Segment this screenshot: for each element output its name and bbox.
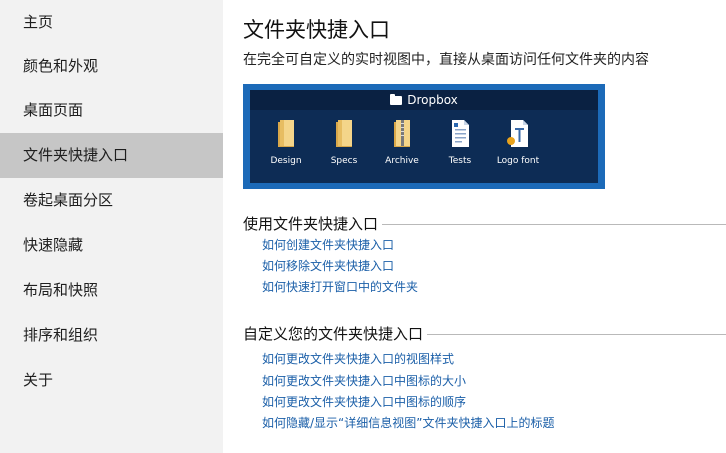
section-divider: [382, 224, 726, 225]
preview-folder-name: Dropbox: [407, 93, 458, 107]
font-file-icon: [507, 120, 528, 147]
link-change-view-style[interactable]: 如何更改文件夹快捷入口的视图样式: [262, 350, 454, 367]
link-toggle-details-header[interactable]: 如何隐藏/显示“详细信息视图”文件夹快捷入口上的标题: [262, 414, 554, 431]
sidebar-item-colors-appearance[interactable]: 颜色和外观: [0, 44, 223, 89]
sidebar-item-desktop-pages[interactable]: 桌面页面: [0, 88, 223, 133]
sidebar-item-folder-portals[interactable]: 文件夹快捷入口: [0, 133, 223, 178]
sidebar-item-home[interactable]: 主页: [0, 0, 223, 45]
section-heading-text: 自定义您的文件夹快捷入口: [243, 325, 424, 343]
preview-titlebar: Dropbox: [250, 90, 598, 110]
section-heading-use: 使用文件夹快捷入口: [243, 213, 726, 234]
sidebar-item-about[interactable]: 关于: [0, 358, 223, 403]
preview-panel: Dropbox Design Specs Archive Tests Logo …: [250, 90, 598, 183]
tile-label: Logo font: [496, 156, 540, 166]
sidebar-item-layout-snapshots[interactable]: 布局和快照: [0, 268, 223, 313]
sidebar-item-rollup-fences[interactable]: 卷起桌面分区: [0, 178, 223, 223]
link-create-folder-portal[interactable]: 如何创建文件夹快捷入口: [262, 236, 394, 253]
folder-icon: [278, 120, 294, 147]
sidebar-item-quick-hide[interactable]: 快速隐藏: [0, 223, 223, 268]
section-heading-customize: 自定义您的文件夹快捷入口: [243, 323, 726, 344]
page-title: 文件夹快捷入口: [243, 18, 390, 42]
preview-tile-archive: Archive: [374, 119, 430, 166]
content-pane: 文件夹快捷入口 在完全可自定义的实时视图中，直接从桌面访问任何文件夹的内容 Dr…: [243, 0, 726, 453]
link-change-icon-size[interactable]: 如何更改文件夹快捷入口中图标的大小: [262, 372, 466, 389]
folder-icon: [390, 93, 403, 105]
folder-portal-preview: Dropbox Design Specs Archive Tests Logo …: [243, 84, 605, 189]
tile-label: Specs: [330, 156, 358, 166]
section-divider: [427, 334, 726, 335]
page-subtitle: 在完全可自定义的实时视图中，直接从桌面访问任何文件夹的内容: [243, 52, 649, 68]
preview-tile-tests: Tests: [432, 119, 488, 166]
link-open-folder-in-window[interactable]: 如何快速打开窗口中的文件夹: [262, 278, 418, 295]
preview-tile-logo-font: Logo font: [490, 119, 546, 166]
sidebar-nav: 主页 颜色和外观 桌面页面 文件夹快捷入口 卷起桌面分区 快速隐藏 布局和快照 …: [0, 0, 223, 453]
section-heading-text: 使用文件夹快捷入口: [243, 215, 379, 233]
link-remove-folder-portal[interactable]: 如何移除文件夹快捷入口: [262, 257, 394, 274]
folder-icon: [336, 120, 352, 147]
link-change-icon-order[interactable]: 如何更改文件夹快捷入口中图标的顺序: [262, 393, 466, 410]
tile-label: Tests: [448, 156, 472, 166]
tile-label: Archive: [385, 156, 419, 166]
preview-tile-design: Design: [258, 119, 314, 166]
zip-folder-icon: [394, 120, 410, 147]
sidebar-item-sort-organize[interactable]: 排序和组织: [0, 313, 223, 358]
tile-label: Design: [270, 156, 302, 166]
preview-tile-specs: Specs: [316, 119, 372, 166]
document-icon: [452, 120, 469, 147]
